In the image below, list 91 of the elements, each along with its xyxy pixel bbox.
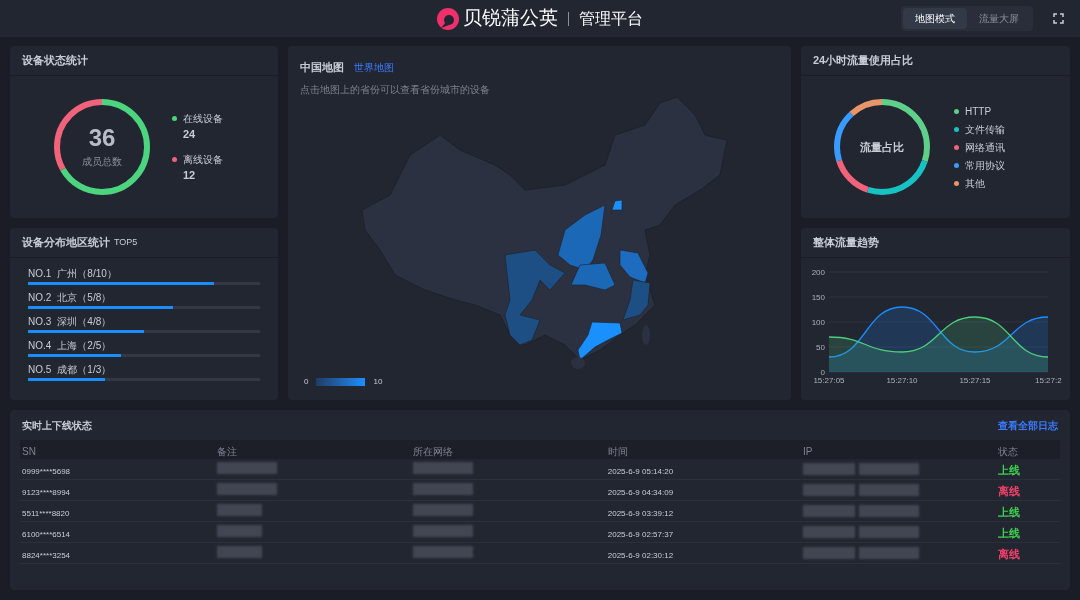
map-hint: 点击地图上的省份可以查看省份城市的设备 bbox=[299, 82, 491, 97]
legend-label: HTTP bbox=[965, 104, 992, 119]
x-tick-label: 15:27:15 bbox=[959, 376, 991, 385]
panel-title: 实时上下线状态 bbox=[22, 418, 92, 433]
panel-title: 设备状态统计 bbox=[22, 53, 88, 69]
total-label: 成员总数 bbox=[82, 154, 122, 169]
map-tab[interactable]: 世界地图 bbox=[354, 59, 394, 75]
column-header: 备注 bbox=[217, 445, 238, 457]
blurred-text bbox=[217, 546, 263, 558]
column-header: 时间 bbox=[607, 445, 628, 457]
city-label: 上海（2/5） bbox=[57, 340, 112, 352]
mode-tab[interactable]: 地图模式 bbox=[903, 8, 967, 29]
mode-tab[interactable]: 流量大屏 bbox=[967, 8, 1031, 29]
platform-title: 管理平台 bbox=[579, 8, 643, 29]
blurred-text bbox=[412, 483, 473, 495]
legend-label: 其他 bbox=[965, 176, 985, 191]
blurred-text bbox=[412, 504, 473, 516]
blurred-text bbox=[217, 483, 278, 495]
blurred-text bbox=[217, 504, 263, 516]
blurred-text bbox=[412, 525, 473, 537]
scale-max-label: 10 bbox=[373, 376, 383, 388]
blurred-text bbox=[217, 525, 263, 537]
rank-label: NO.4 bbox=[28, 340, 52, 352]
city-label: 广州（8/10） bbox=[57, 268, 117, 280]
legend-value: 24 bbox=[182, 126, 197, 142]
blurred-text bbox=[412, 462, 473, 474]
table-cell: 0999****5698 bbox=[22, 467, 71, 476]
table-cell: 2025-6-9 04:34:09 bbox=[607, 488, 674, 497]
legend-label: 常用协议 bbox=[965, 158, 1005, 173]
donut-center-label: 流量占比 bbox=[860, 139, 904, 155]
blurred-text bbox=[412, 546, 473, 558]
map-tab[interactable]: 中国地图 bbox=[300, 59, 344, 76]
city-label: 北京（5/8） bbox=[57, 292, 112, 304]
table-cell: 2025-6-9 03:39:12 bbox=[607, 509, 674, 518]
legend-label: 在线设备 bbox=[183, 111, 223, 126]
column-header: SN bbox=[22, 445, 36, 457]
table-cell: 9123****8994 bbox=[22, 488, 71, 497]
y-tick-label: 50 bbox=[816, 343, 825, 352]
table-cell: 2025-6-9 02:30:12 bbox=[607, 551, 674, 560]
rank-label: NO.1 bbox=[28, 268, 52, 280]
legend-value: 12 bbox=[182, 168, 197, 183]
city-label: 成都（1/3） bbox=[57, 364, 112, 376]
column-header: 状态 bbox=[998, 445, 1019, 457]
panel-title: 整体流量趋势 bbox=[813, 235, 879, 251]
y-tick-label: 200 bbox=[811, 268, 825, 277]
status-label: 上线 bbox=[998, 527, 1021, 539]
legend-label: 网络通讯 bbox=[965, 140, 1005, 155]
blurred-text bbox=[803, 505, 855, 517]
table-cell: 5511****8820 bbox=[22, 509, 70, 518]
blurred-text bbox=[217, 462, 278, 474]
x-tick-label: 15:27:10 bbox=[886, 376, 918, 385]
blurred-text bbox=[803, 526, 855, 538]
total-count: 36 bbox=[88, 125, 116, 150]
status-label: 离线 bbox=[998, 485, 1021, 497]
legend-label: 文件传输 bbox=[965, 122, 1005, 137]
fullscreen-icon[interactable] bbox=[1053, 13, 1064, 24]
blurred-text bbox=[859, 547, 919, 559]
view-all-logs-link[interactable]: 查看全部日志 bbox=[998, 417, 1058, 433]
status-label: 上线 bbox=[998, 464, 1021, 476]
scale-gradient bbox=[316, 378, 366, 386]
x-tick-label: 15:27:05 bbox=[813, 376, 845, 385]
brand-name: 贝锐蒲公英 bbox=[463, 6, 558, 31]
blurred-text bbox=[859, 526, 919, 538]
column-header: IP bbox=[803, 445, 813, 457]
table-cell: 2025-6-9 02:57:37 bbox=[607, 530, 674, 539]
table-cell: 2025-6-9 05:14:20 bbox=[607, 467, 674, 476]
blurred-text bbox=[803, 463, 855, 475]
scale-min-label: 0 bbox=[304, 376, 309, 388]
blurred-text bbox=[859, 505, 919, 517]
status-label: 上线 bbox=[998, 506, 1021, 518]
blurred-text bbox=[859, 463, 919, 475]
column-header: 所在网络 bbox=[412, 445, 453, 457]
legend-label: 离线设备 bbox=[183, 153, 223, 167]
logo-icon bbox=[437, 7, 459, 30]
x-tick-label: 15:27:2 bbox=[1035, 376, 1062, 385]
y-tick-label: 0 bbox=[820, 368, 825, 377]
y-tick-label: 150 bbox=[811, 293, 825, 302]
city-label: 深圳（4/8） bbox=[57, 316, 112, 328]
table-cell: 8824****3254 bbox=[22, 551, 71, 560]
blurred-text bbox=[803, 547, 855, 559]
panel-title: 设备分布地区统计 bbox=[22, 235, 110, 251]
rank-label: NO.2 bbox=[28, 292, 52, 304]
rank-label: NO.3 bbox=[28, 316, 52, 328]
panel-title: 24小时流量使用占比 bbox=[813, 53, 914, 69]
table-cell: 6100****6514 bbox=[22, 530, 71, 539]
panel-title-suffix: TOP5 bbox=[114, 235, 138, 249]
y-tick-label: 100 bbox=[811, 318, 825, 327]
blurred-text bbox=[859, 484, 919, 496]
rank-label: NO.5 bbox=[28, 364, 52, 376]
status-label: 离线 bbox=[998, 548, 1021, 560]
blurred-text bbox=[803, 484, 855, 496]
